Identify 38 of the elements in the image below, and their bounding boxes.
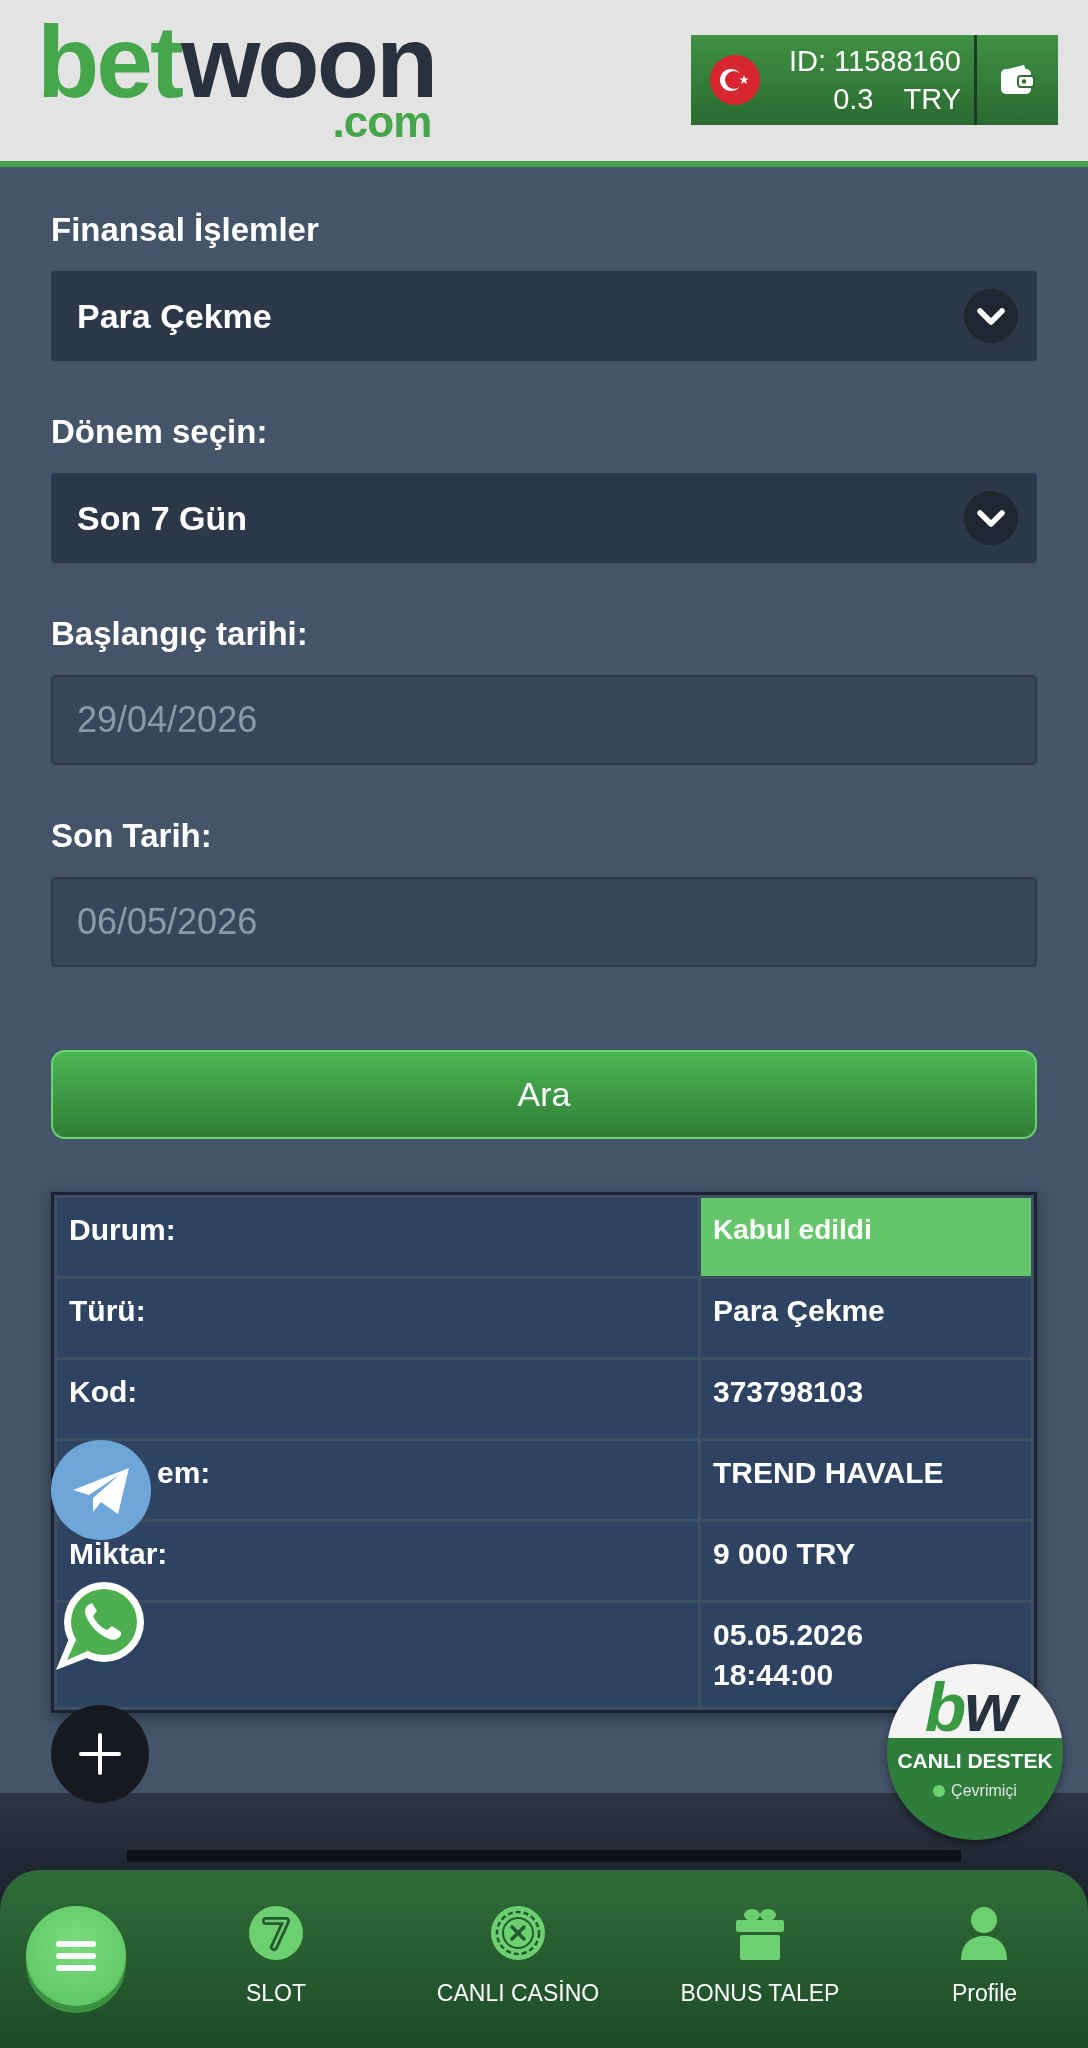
logo[interactable]: betwoon .com xyxy=(37,20,436,140)
balance-amount: 0.3 xyxy=(833,82,874,117)
plus-icon[interactable] xyxy=(51,1705,149,1803)
lucky-seven-icon xyxy=(249,1906,303,1960)
field-label: Başlangıç tarihi: xyxy=(51,614,309,654)
table-cell: TREND HAVALE xyxy=(701,1441,1031,1519)
field-label: Finansal İşlemler xyxy=(51,210,320,250)
nav-item[interactable]: BONUS TALEP xyxy=(680,1906,840,2007)
select-field[interactable]: Son 7 Gün xyxy=(51,473,1037,563)
nav-item[interactable]: SLOT xyxy=(245,1906,307,2007)
wallet-icon xyxy=(1000,65,1035,95)
nav-item[interactable]: CANLI CASİNO xyxy=(436,1906,600,2007)
flag-icon xyxy=(710,55,760,105)
table-cell: Türü: xyxy=(57,1279,698,1357)
search-button[interactable]: Ara xyxy=(51,1050,1037,1139)
table-cell: 373798103 xyxy=(701,1360,1031,1438)
select-field[interactable]: Para Çekme xyxy=(51,271,1037,361)
status-cell: Kabul edildi xyxy=(701,1198,1031,1276)
chevron-down-icon xyxy=(964,491,1018,545)
support-logo: bw xyxy=(920,1676,1030,1738)
currency-code: TRY xyxy=(903,82,961,117)
chevron-down-icon xyxy=(964,289,1018,343)
table-cell: Para Çekme xyxy=(701,1279,1031,1357)
paper-plane-icon[interactable] xyxy=(51,1440,151,1540)
table-cell: Miktar: xyxy=(57,1522,698,1600)
phone-bubble-icon[interactable] xyxy=(54,1580,146,1672)
support-title: CANLI DESTEK xyxy=(897,1748,1053,1774)
status-text: Çevrimiçi xyxy=(951,1781,1017,1801)
table-cell: Durum: xyxy=(57,1198,698,1276)
field-label: Son Tarih: xyxy=(51,816,213,856)
menu-icon xyxy=(56,1940,96,1972)
gift-icon xyxy=(733,1906,787,1960)
table-cell: Kod: xyxy=(57,1360,698,1438)
field-label: Dönem seçin: xyxy=(51,412,269,452)
table-cell: 9 000 TRY xyxy=(701,1522,1031,1600)
roulette-icon xyxy=(491,1906,545,1960)
nav-item[interactable]: Profile xyxy=(951,1906,1018,2007)
account-id: ID: 11588160 xyxy=(789,44,961,79)
